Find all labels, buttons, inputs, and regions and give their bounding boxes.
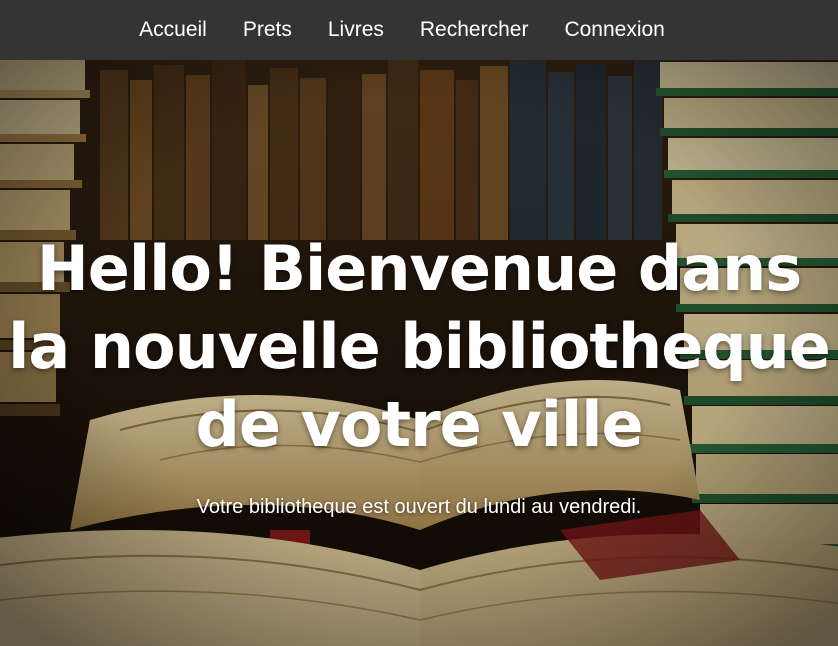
hero-section: Hello! Bienvenue dans la nouvelle biblio… xyxy=(0,60,838,646)
nav-link-livres[interactable]: Livres xyxy=(310,0,402,60)
nav-link-prets[interactable]: Prets xyxy=(225,0,310,60)
nav-link-connexion[interactable]: Connexion xyxy=(546,0,682,60)
nav-links: Accueil Prets Livres Rechercher Connexio… xyxy=(121,0,683,60)
nav-link-rechercher[interactable]: Rechercher xyxy=(402,0,547,60)
top-navbar: Accueil Prets Livres Rechercher Connexio… xyxy=(0,0,838,60)
hero-headline: Hello! Bienvenue dans la nouvelle biblio… xyxy=(8,232,831,461)
hero-subtitle: Votre bibliotheque est ouvert du lundi a… xyxy=(196,496,642,518)
nav-link-accueil[interactable]: Accueil xyxy=(121,0,225,60)
